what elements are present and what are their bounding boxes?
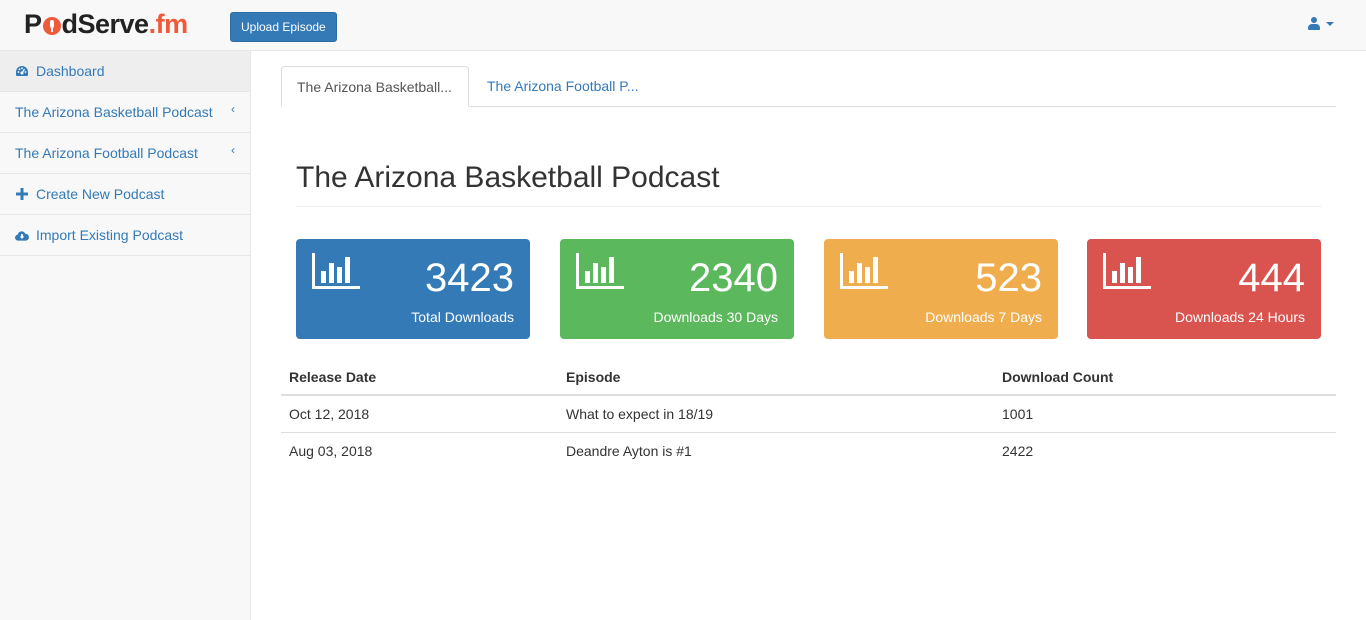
brand-logo[interactable]: PdServe .fm	[24, 8, 188, 40]
sidebar-item-football-podcast[interactable]: The Arizona Football Podcast ‹	[0, 133, 250, 174]
stat-label: Downloads 7 Days	[925, 309, 1042, 325]
plus-icon	[15, 188, 29, 200]
sidebar-item-create-podcast[interactable]: Create New Podcast	[0, 174, 250, 215]
stat-card-downloads-24-hours: 444 Downloads 24 Hours	[1087, 239, 1321, 339]
table-row[interactable]: Aug 03, 2018 Deandre Ayton is #1 2422	[281, 431, 1336, 469]
bar-chart-icon	[1103, 253, 1151, 289]
sidebar-item-basketball-podcast[interactable]: The Arizona Basketball Podcast ‹	[0, 92, 250, 133]
bar-chart-icon	[312, 253, 360, 289]
sidebar: Dashboard The Arizona Basketball Podcast…	[0, 51, 251, 620]
cell-release-date: Aug 03, 2018	[281, 431, 558, 469]
upload-episode-button[interactable]: Upload Episode	[230, 12, 337, 42]
table-row[interactable]: Oct 12, 2018 What to expect in 18/19 100…	[281, 395, 1336, 432]
dashboard-icon	[15, 65, 29, 77]
table-header-row: Release Date Episode Download Count	[281, 360, 1336, 396]
stat-value: 3423	[425, 256, 514, 300]
sidebar-item-label: Import Existing Podcast	[36, 227, 184, 243]
sidebar-item-dashboard[interactable]: Dashboard	[0, 51, 250, 92]
bar-chart-icon	[576, 253, 624, 289]
stat-card-downloads-30-days: 2340 Downloads 30 Days	[560, 239, 794, 339]
cell-release-date: Oct 12, 2018	[289, 405, 370, 422]
page-title: The Arizona Basketball Podcast	[296, 161, 720, 194]
sidebar-item-label: Create New Podcast	[36, 186, 165, 202]
user-icon	[1308, 17, 1320, 31]
column-header-episode: Episode	[558, 360, 994, 396]
caret-down-icon	[1326, 22, 1334, 26]
stat-card-total-downloads: 3423 Total Downloads	[296, 239, 530, 339]
cell-download-count: 2422	[994, 431, 1336, 469]
cell-episode: Deandre Ayton is #1	[558, 431, 994, 469]
sidebar-item-import-podcast[interactable]: Import Existing Podcast	[0, 215, 250, 256]
stat-value: 444	[1238, 256, 1305, 300]
podcast-tabs: The Arizona Basketball... The Arizona Fo…	[281, 66, 1336, 107]
sidebar-item-label: Dashboard	[36, 63, 105, 79]
column-header-release-date: Release Date	[281, 360, 558, 396]
user-menu-dropdown[interactable]	[1308, 17, 1334, 31]
top-navbar: PdServe .fm Upload Episode	[0, 0, 1366, 51]
chevron-left-icon: ‹	[231, 143, 235, 157]
page-header: The Arizona Basketball Podcast	[296, 159, 1321, 207]
stat-value: 2340	[689, 256, 778, 300]
microphone-icon	[42, 17, 61, 35]
stat-label: Total Downloads	[411, 309, 514, 325]
stat-value: 523	[975, 256, 1042, 300]
chevron-left-icon: ‹	[231, 102, 235, 116]
column-header-download-count: Download Count	[994, 360, 1336, 396]
stat-card-downloads-7-days: 523 Downloads 7 Days	[824, 239, 1058, 339]
stat-label: Downloads 24 Hours	[1175, 309, 1305, 325]
bar-chart-icon	[840, 253, 888, 289]
cell-download-count: 1001	[1002, 405, 1034, 422]
stat-label: Downloads 30 Days	[653, 309, 778, 325]
episodes-table: Release Date Episode Download Count Oct …	[281, 360, 1336, 469]
cell-episode: What to expect in 18/19	[566, 405, 714, 422]
sidebar-item-label: The Arizona Football Podcast	[15, 145, 198, 161]
tab-football-podcast[interactable]: The Arizona Football P...	[472, 66, 654, 107]
cloud-download-icon	[15, 230, 29, 241]
sidebar-item-label: The Arizona Basketball Podcast	[15, 104, 213, 120]
tab-basketball-podcast[interactable]: The Arizona Basketball...	[281, 66, 469, 107]
